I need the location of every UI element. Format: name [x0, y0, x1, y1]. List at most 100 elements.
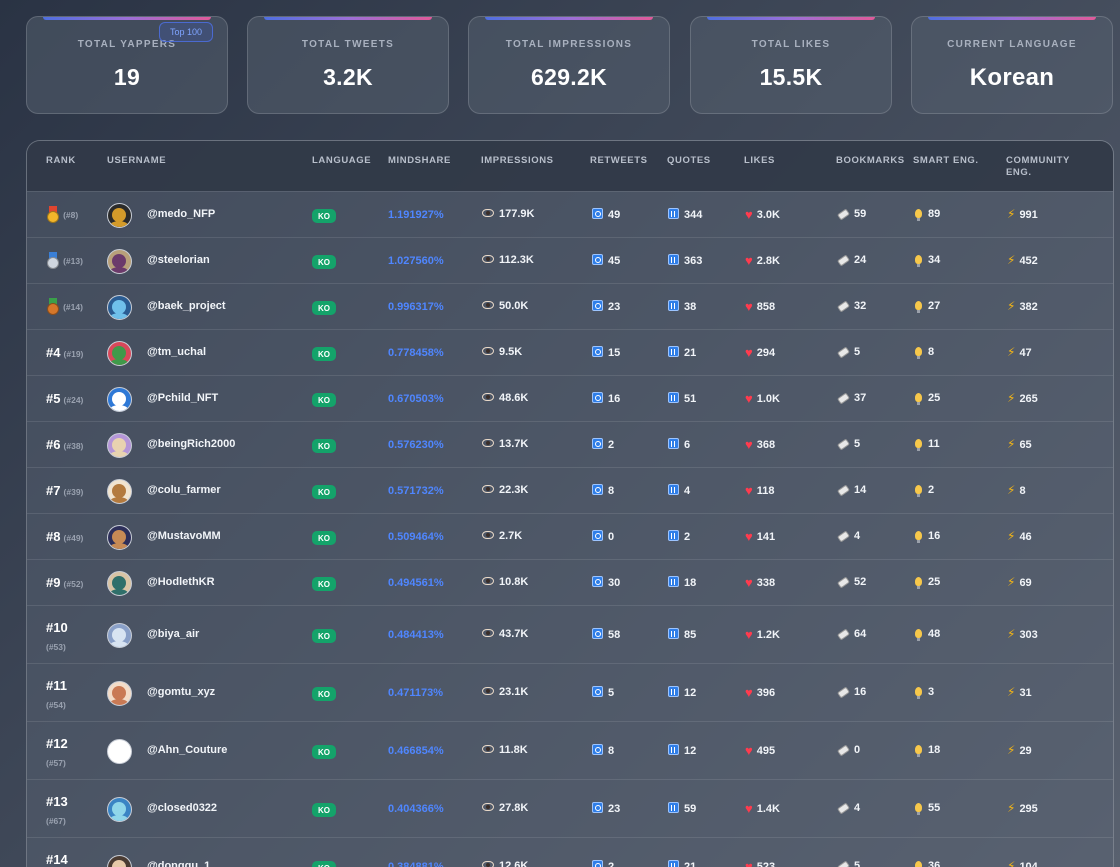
leaderboard-table: RANK USERNAME LANGUAGE MINDSHARE IMPRESS…	[26, 140, 1114, 867]
likes-cell: ♥ 368	[745, 437, 775, 452]
bookmark-icon	[836, 530, 851, 543]
eye-icon	[482, 393, 494, 401]
language-badge: KO	[312, 577, 336, 591]
rank-number: #9	[46, 575, 61, 590]
likes-cell: ♥ 495	[745, 743, 775, 758]
table-row[interactable]: #4 (#19) @tm_uchal KO 0.778458% 9.5K 15 21 ♥ 294…	[27, 329, 1113, 375]
stat-card-total-impressions: TOTAL IMPRESSIONS 629.2K	[468, 16, 670, 114]
header-bookmarks[interactable]: BOOKMARKS	[836, 155, 905, 167]
header-language[interactable]: LANGUAGE	[312, 155, 371, 167]
retweets-value: 49	[608, 209, 621, 221]
retweets-value: 58	[608, 629, 621, 641]
username-link[interactable]: @Ahn_Couture	[147, 744, 227, 756]
header-likes[interactable]: LIKES	[744, 155, 775, 167]
retweet-icon	[592, 686, 603, 697]
table-row[interactable]: (#8) @medo_NFP KO 1.191927% 177.9K 49 344 ♥ 3.0K…	[27, 191, 1113, 237]
avatar[interactable]	[107, 203, 132, 228]
table-row[interactable]: #9 (#52) @HodlethKR KO 0.494561% 10.8K 30 18 ♥ 3…	[27, 559, 1113, 605]
avatar[interactable]	[107, 341, 132, 366]
smart-engagement-cell: 36	[915, 860, 940, 867]
community-engagement-cell: ⚡ 65	[1007, 437, 1032, 451]
username-link[interactable]: @colu_farmer	[147, 484, 221, 496]
table-row[interactable]: #10 (#53) @biya_air KO 0.484413% 43.7K 58 85 ♥ 1.…	[27, 605, 1113, 663]
username-link[interactable]: @MustavoMM	[147, 530, 221, 542]
username-link[interactable]: @medo_NFP	[147, 208, 215, 220]
avatar[interactable]	[107, 855, 132, 867]
stat-card-total-likes: TOTAL LIKES 15.5K	[690, 16, 892, 114]
table-row[interactable]: #13 (#67) @closed0322 KO 0.404366% 27.8K 23 59 ♥…	[27, 779, 1113, 837]
header-username[interactable]: USERNAME	[107, 155, 166, 167]
avatar[interactable]	[107, 479, 132, 504]
lightbulb-icon	[915, 531, 922, 543]
impressions-value: 10.8K	[499, 576, 529, 588]
impressions-value: 2.7K	[499, 530, 523, 542]
avatar[interactable]	[107, 249, 132, 274]
table-row[interactable]: #8 (#49) @MustavoMM KO 0.509464% 2.7K 0 2 ♥ 141 4…	[27, 513, 1113, 559]
username-link[interactable]: @donggu_1	[147, 860, 210, 867]
table-row[interactable]: #14 @donggu_1 KO 0.384881% 12.6K 2 21 ♥523 5 36 ⚡1…	[27, 837, 1113, 867]
impressions-value: 9.5K	[499, 346, 523, 358]
lightbulb-icon	[915, 577, 922, 589]
quote-icon	[668, 628, 679, 639]
avatar[interactable]	[107, 525, 132, 550]
likes-value: 1.4K	[756, 803, 780, 815]
username-link[interactable]: @biya_air	[147, 628, 199, 640]
avatar[interactable]	[107, 571, 132, 596]
quotes-cell: 85	[668, 628, 696, 641]
table-row[interactable]: #12 (#57) @Ahn_Couture KO 0.466854% 11.8K 8 12 ♥…	[27, 721, 1113, 779]
username-link[interactable]: @beingRich2000	[147, 438, 235, 450]
avatar[interactable]	[107, 797, 132, 822]
avatar[interactable]	[107, 739, 132, 764]
bookmarks-value: 5	[854, 860, 861, 867]
gold-medal-icon	[46, 206, 60, 224]
header-smart-engagement[interactable]: SMART ENG.	[913, 155, 979, 167]
username-link[interactable]: @gomtu_xyz	[147, 686, 215, 698]
avatar[interactable]	[107, 295, 132, 320]
header-rank[interactable]: RANK	[46, 155, 76, 167]
username-link[interactable]: @tm_uchal	[147, 346, 206, 358]
smart-engagement-cell: 3	[915, 686, 934, 699]
quotes-value: 4	[684, 485, 691, 497]
username-link[interactable]: @baek_project	[147, 300, 226, 312]
bookmark-icon	[836, 686, 851, 699]
bookmark-icon	[836, 802, 851, 815]
impressions-value: 177.9K	[499, 208, 535, 220]
mindshare-value: 0.471173%	[388, 687, 444, 699]
retweet-icon	[592, 254, 603, 265]
retweet-icon	[592, 392, 603, 403]
table-row[interactable]: #6 (#38) @beingRich2000 KO 0.576230% 13.7K 2 6…	[27, 421, 1113, 467]
table-row[interactable]: #7 (#39) @colu_farmer KO 0.571732% 22.3K 8 4 ♥ 1…	[27, 467, 1113, 513]
community-engagement-cell: ⚡ 303	[1007, 627, 1038, 641]
avatar[interactable]	[107, 387, 132, 412]
username-link[interactable]: @steelorian	[147, 254, 210, 266]
avatar[interactable]	[107, 681, 132, 706]
header-mindshare[interactable]: MINDSHARE	[388, 155, 451, 167]
smart-engagement-value: 11	[928, 438, 940, 450]
header-impressions[interactable]: IMPRESSIONS	[481, 155, 554, 167]
header-quotes[interactable]: QUOTES	[667, 155, 711, 167]
stat-label: TOTAL IMPRESSIONS	[505, 39, 633, 50]
impressions-cell: 22.3K	[482, 484, 528, 496]
bookmarks-value: 14	[854, 484, 867, 496]
retweet-icon	[592, 576, 603, 587]
lightning-icon: ⚡	[1007, 529, 1016, 543]
bookmarks-value: 4	[854, 530, 861, 542]
username-link[interactable]: @closed0322	[147, 802, 217, 814]
community-engagement-value: 46	[1019, 531, 1032, 543]
username-link[interactable]: @Pchild_NFT	[147, 392, 218, 404]
top-100-badge[interactable]: Top 100	[158, 22, 213, 42]
quotes-cell: 4	[668, 484, 690, 497]
table-row[interactable]: (#13) @steelorian KO 1.027560% 112.3K 45 363 ♥ 2…	[27, 237, 1113, 283]
avatar[interactable]	[107, 433, 132, 458]
table-row[interactable]: #11 (#54) @gomtu_xyz KO 0.471173% 23.1K 5 12 ♥ 39…	[27, 663, 1113, 721]
username-link[interactable]: @HodlethKR	[147, 576, 215, 588]
table-row[interactable]: (#14) @baek_project KO 0.996317% 50.0K 23 38 ♥ 8…	[27, 283, 1113, 329]
header-community-engagement[interactable]: COMMUNITY ENG.	[1006, 155, 1070, 179]
impressions-value: 43.7K	[499, 628, 529, 640]
lightbulb-icon	[915, 301, 922, 313]
retweets-cell: 2	[592, 438, 614, 451]
avatar[interactable]	[107, 623, 132, 648]
header-retweets[interactable]: RETWEETS	[590, 155, 648, 167]
global-rank: (#13)	[63, 255, 83, 266]
table-row[interactable]: #5 (#24) @Pchild_NFT KO 0.670503% 48.6K 16 51 ♥…	[27, 375, 1113, 421]
